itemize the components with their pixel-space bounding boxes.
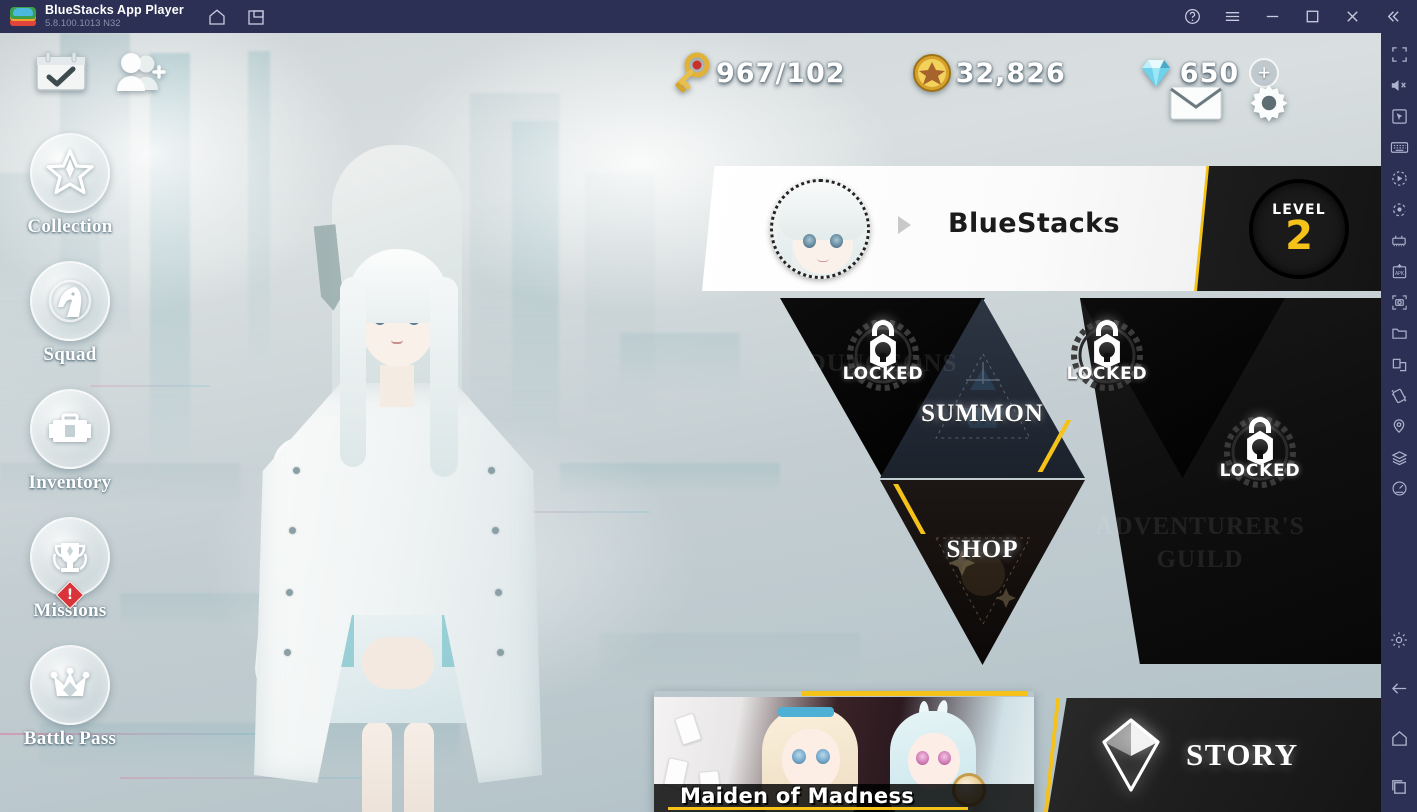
maximize-icon[interactable] — [1297, 2, 1327, 32]
hud-left-buttons — [32, 47, 168, 99]
sidebar-item-collection[interactable]: Collection — [18, 133, 122, 261]
missions-alert-label: ! — [66, 587, 74, 603]
level-value: 2 — [1285, 212, 1313, 259]
story-button[interactable]: STORY — [1048, 698, 1381, 812]
chevron-right-icon[interactable] — [898, 216, 911, 234]
menu-icon[interactable] — [1217, 2, 1247, 32]
player-profile-bar[interactable]: BlueStacks LEVEL 2 — [702, 166, 1381, 291]
settings-gear-icon[interactable] — [1247, 81, 1291, 130]
settings-gear-icon[interactable] — [1384, 624, 1414, 655]
sidebar-menu: Collection Squad Inventory ! Missions Ba… — [18, 133, 122, 773]
level-badge: LEVEL 2 — [1249, 179, 1349, 279]
guild-lock-badge: LOCKED — [1220, 415, 1300, 489]
character-portrait — [236, 137, 556, 812]
multi-instance-icon[interactable] — [241, 2, 271, 32]
locked-label: LOCKED — [842, 364, 924, 384]
gold-coin-icon — [908, 49, 956, 97]
back-arrow-icon[interactable] — [1384, 673, 1414, 704]
bluestacks-logo — [10, 6, 36, 27]
app-version: 5.8.100.1013 N32 — [45, 18, 121, 29]
copy-window-icon[interactable] — [1384, 349, 1414, 380]
install-apk-icon[interactable]: APK — [1384, 256, 1414, 287]
home-icon[interactable] — [202, 2, 232, 32]
crown-icon — [30, 645, 110, 725]
sidebar-item-label: Squad — [43, 344, 97, 365]
player-name: BlueStacks — [948, 208, 1120, 239]
keyboard-controls-icon[interactable] — [1384, 132, 1414, 163]
event-banner[interactable]: Maiden of Madness — [654, 691, 1034, 812]
story-label: STORY — [1186, 737, 1299, 772]
bluestacks-titlebar: BlueStacks App Player 5.8.100.1013 N32 — [0, 0, 1417, 33]
summon-label: SUMMON — [921, 400, 1044, 427]
locked-label: LOCKED — [1066, 364, 1148, 384]
shake-icon[interactable] — [1384, 380, 1414, 411]
dungeons-lock-badge: LOCKED — [843, 318, 923, 392]
hud-right-buttons — [1169, 81, 1291, 130]
game-viewport[interactable]: 967/102 32,826 650 + Collection Squad In… — [0, 33, 1381, 812]
sidebar-item-label: Battle Pass — [23, 728, 117, 749]
banner-title: Maiden of Madness — [680, 784, 915, 808]
minimize-icon[interactable] — [1257, 2, 1287, 32]
weapons-lock-badge: LOCKED — [1067, 318, 1147, 392]
rotate-icon[interactable] — [1384, 194, 1414, 225]
gold-value: 32,826 — [955, 57, 1066, 89]
layers-icon[interactable] — [1384, 442, 1414, 473]
sidebar-item-missions[interactable]: ! Missions — [18, 517, 122, 645]
avatar[interactable] — [770, 179, 870, 279]
sidebar-item-label: Inventory — [28, 472, 112, 493]
currency-key[interactable]: 967/102 — [668, 49, 846, 97]
sidebar-item-label: Collection — [27, 216, 113, 237]
recent-apps-icon[interactable] — [1384, 771, 1414, 802]
shop-label: SHOP — [946, 536, 1019, 563]
sidebar-item-battle-pass[interactable]: Battle Pass — [18, 645, 122, 773]
knight-chess-icon — [30, 261, 110, 341]
star-emblem-icon — [30, 133, 110, 213]
app-title: BlueStacks App Player — [45, 3, 184, 17]
media-folder-icon[interactable] — [1384, 318, 1414, 349]
home-icon[interactable] — [1384, 722, 1414, 753]
key-icon — [668, 49, 716, 97]
sidebar-item-inventory[interactable]: Inventory — [18, 389, 122, 517]
guild-label: ADVENTURER'S GUILD — [1095, 513, 1305, 573]
banner-gold-accent — [802, 691, 1028, 696]
macro-record-icon[interactable] — [1384, 163, 1414, 194]
sidebar-item-squad[interactable]: Squad — [18, 261, 122, 389]
currency-gold[interactable]: 32,826 — [908, 49, 1066, 97]
locked-label: LOCKED — [1219, 461, 1301, 481]
collapse-icon[interactable] — [1377, 2, 1407, 32]
mute-icon[interactable] — [1384, 70, 1414, 101]
location-pin-icon[interactable] — [1384, 411, 1414, 442]
fullscreen-icon[interactable] — [1384, 39, 1414, 70]
diamond-crystal-icon — [1102, 718, 1160, 792]
close-icon[interactable] — [1337, 2, 1367, 32]
meter-icon[interactable] — [1384, 473, 1414, 504]
titlebar-text-block: BlueStacks App Player 5.8.100.1013 N32 — [45, 3, 184, 30]
key-value: 967/102 — [716, 57, 846, 89]
screenshot-icon[interactable] — [1384, 287, 1414, 318]
multi-instance-sync-icon[interactable] — [1384, 225, 1414, 256]
mail-icon[interactable] — [1169, 83, 1223, 128]
attendance-check-icon[interactable] — [32, 47, 90, 99]
briefcase-icon — [30, 389, 110, 469]
cursor-pointer-icon[interactable] — [1384, 101, 1414, 132]
main-menu-tiles: DUNGEONS ADVENTURER'S GUILD SUMMON SHOP … — [780, 298, 1381, 678]
bluestacks-sidebar-toolbar: APK — [1381, 33, 1417, 812]
add-friend-icon[interactable] — [110, 47, 168, 99]
svg-text:APK: APK — [1395, 271, 1404, 277]
help-icon[interactable] — [1177, 2, 1207, 32]
